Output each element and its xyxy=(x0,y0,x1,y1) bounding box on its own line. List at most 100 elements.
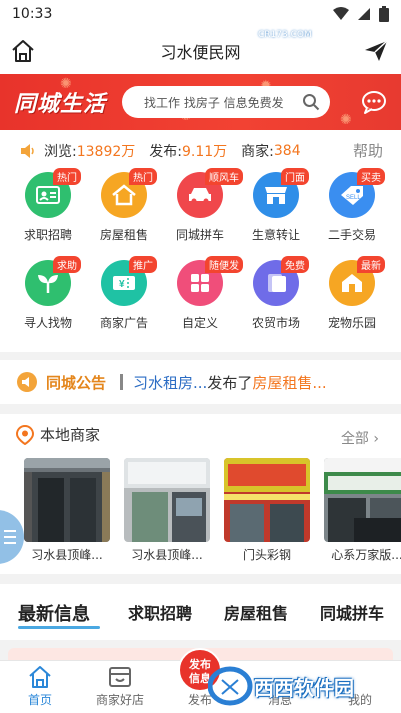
side-menu-button[interactable] xyxy=(0,510,24,564)
merchant-name: 心系万家版... xyxy=(331,548,401,562)
merchant-card[interactable]: 门头彩钢 xyxy=(224,458,310,563)
shop-icon: 门面 xyxy=(253,168,309,218)
category-3[interactable]: 门面生意转让 xyxy=(238,168,314,252)
location-pin-icon xyxy=(16,424,34,445)
nav-home-label: 首页 xyxy=(27,693,52,707)
tab-jobs[interactable]: 求职招聘 xyxy=(128,600,192,624)
views-count: 13892万 xyxy=(76,144,136,160)
tab-housing[interactable]: 房屋租售 xyxy=(224,600,288,624)
category-label: 同城拼车 xyxy=(175,228,224,242)
category-7[interactable]: 随便发自定义 xyxy=(162,256,243,340)
search-placeholder: 找工作 找房子 信息免费发 xyxy=(144,95,284,110)
category-label: 生意转让 xyxy=(251,228,300,242)
info-tabs: 最新信息 求职招聘 房屋租售 同城拼车 xyxy=(0,584,401,640)
category-9[interactable]: 最新宠物乐园 xyxy=(314,256,390,340)
category-8[interactable]: 免费农贸市场 xyxy=(238,256,314,340)
category-tag-badge: 买卖 xyxy=(357,168,385,185)
message-icon[interactable] xyxy=(361,90,387,114)
category-4[interactable]: SELL 买卖二手交易 xyxy=(314,168,390,252)
nav-shops[interactable]: 商家好店 xyxy=(88,665,152,708)
notice-text: 习水租房...发布了房屋租售... xyxy=(133,372,327,393)
search-input[interactable]: 找工作 找房子 信息免费发 xyxy=(122,86,330,118)
category-0[interactable]: 热门求职招聘 xyxy=(10,168,86,252)
store-icon xyxy=(109,667,131,687)
notice-action: 发布了 xyxy=(207,373,253,392)
nav-bar: 习水便民网 xyxy=(0,28,401,74)
merchant-card[interactable]: 习水县顶峰... xyxy=(24,458,110,563)
views-label: 浏览: xyxy=(44,144,77,160)
tab-carpool[interactable]: 同城拼车 xyxy=(320,600,384,624)
watermark-logo-icon xyxy=(208,666,253,706)
category-2[interactable]: 顺风车 同城拼车 xyxy=(162,168,243,252)
category-1[interactable]: 热门房屋租售 xyxy=(86,168,162,252)
nav-home[interactable]: 首页 xyxy=(8,665,72,708)
category-tag-badge: 热门 xyxy=(53,168,81,185)
merchant-name: 习水县顶峰... xyxy=(131,548,203,562)
notice-user: 习水租房... xyxy=(133,373,208,392)
category-label: 宠物乐园 xyxy=(327,316,376,330)
grid-icon: 随便发 xyxy=(177,256,243,306)
nav-shops-label: 商家好店 xyxy=(95,693,144,707)
sprout-icon: 求助 xyxy=(25,256,81,306)
watermark-text: 西西软件园 xyxy=(254,675,354,700)
category-label: 自定义 xyxy=(181,316,218,330)
notice-icon xyxy=(17,372,37,392)
search-icon[interactable] xyxy=(302,93,320,111)
wifi-icon xyxy=(333,7,349,20)
merchant-photo xyxy=(24,458,110,542)
svg-text:¥: ¥ xyxy=(119,279,125,290)
category-tag-badge: 免费 xyxy=(281,256,309,273)
merchant-card[interactable]: 心系万家版... xyxy=(324,458,401,563)
svg-text:SELL: SELL xyxy=(346,195,361,201)
category-tag-badge: 求助 xyxy=(53,256,81,273)
watermark: 西西软件园 xyxy=(208,664,384,708)
ticket-icon: ¥ 推广 xyxy=(101,256,157,306)
notice-title: 同城公告 xyxy=(46,373,107,392)
firework-decoration: ✺ xyxy=(340,112,352,128)
category-tag-badge: 热门 xyxy=(129,168,157,185)
category-6[interactable]: ¥ 推广商家广告 xyxy=(86,256,162,340)
signal-icon xyxy=(358,8,370,20)
home-icon[interactable] xyxy=(10,39,36,63)
notice-bar[interactable]: 同城公告 习水租房...发布了房屋租售... xyxy=(0,360,401,404)
category-tag-badge: 最新 xyxy=(357,256,385,273)
divider xyxy=(0,352,401,360)
category-label: 商家广告 xyxy=(99,316,148,330)
house-icon: 热门 xyxy=(101,168,157,218)
category-label: 求职招聘 xyxy=(23,228,72,242)
category-label: 房屋租售 xyxy=(99,228,148,242)
status-bar: 10:33 xyxy=(0,0,401,28)
category-5[interactable]: 求助寻人找物 xyxy=(10,256,86,340)
merchant-photo xyxy=(224,458,310,542)
merchant-card[interactable]: 习水县顶峰... xyxy=(124,458,210,563)
merchants-header: 本地商家 xyxy=(16,424,100,445)
divider xyxy=(0,574,401,584)
send-icon[interactable] xyxy=(363,39,389,63)
site-stats: 浏览: 13892万 发布: 9.11万 商家: 384 xyxy=(20,140,315,162)
category-tag-badge: 推广 xyxy=(129,256,157,273)
category-label: 农贸市场 xyxy=(251,316,300,330)
category-tag-badge: 门面 xyxy=(281,168,309,185)
brand-logo: 同城生活 xyxy=(14,92,107,117)
tab-latest[interactable]: 最新信息 xyxy=(18,600,90,626)
merchants-all-link[interactable]: 全部 › xyxy=(341,428,379,448)
notice-category: 房屋租售... xyxy=(252,373,327,392)
merchants-title: 本地商家 xyxy=(40,426,101,444)
price-tag-icon: SELL 买卖 xyxy=(329,168,385,218)
merchants-label: 商家: xyxy=(241,144,274,160)
posts-count: 9.11万 xyxy=(181,144,228,160)
watermark-subtext: CR173.COM xyxy=(258,30,312,40)
category-label: 二手交易 xyxy=(327,228,376,242)
merchant-photo xyxy=(124,458,210,542)
active-tab-indicator xyxy=(18,626,100,629)
merchant-name: 习水县顶峰... xyxy=(31,548,103,562)
category-label: 寻人找物 xyxy=(23,316,72,330)
help-link[interactable]: 帮助 xyxy=(353,140,383,161)
cards-icon: 免费 xyxy=(253,256,309,306)
notice-separator xyxy=(120,374,124,390)
merchant-photo xyxy=(324,458,401,542)
car-icon: 顺风车 xyxy=(177,168,243,218)
header-banner: ✺ ✺ ✹ ✺ 同城生活 找工作 找房子 信息免费发 xyxy=(0,74,401,130)
status-time: 10:33 xyxy=(12,6,53,22)
battery-icon xyxy=(379,6,389,22)
